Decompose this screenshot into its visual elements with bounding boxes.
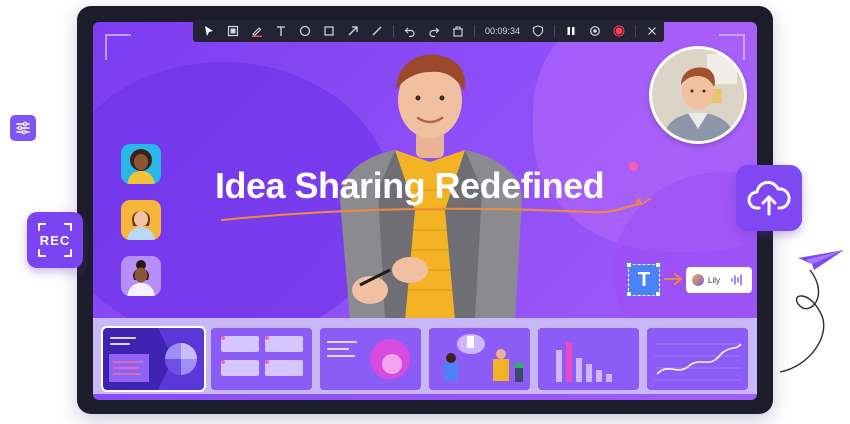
arrow-right-icon <box>664 273 682 285</box>
screen-record-icon[interactable]: REC <box>27 212 83 268</box>
slide-thumbnail-3[interactable] <box>320 328 421 390</box>
redo-icon[interactable] <box>422 20 446 42</box>
close-icon[interactable] <box>640 20 664 42</box>
voice-selector[interactable]: Lily <box>686 267 752 293</box>
slide-thumbnail-strip <box>93 318 757 394</box>
select-cursor-icon[interactable] <box>197 20 221 42</box>
cloud-upload-icon[interactable] <box>736 165 802 231</box>
rectangle-tool-icon[interactable] <box>317 20 341 42</box>
text-tool-icon[interactable] <box>269 20 293 42</box>
recording-timer: 00:09:34 <box>485 26 521 36</box>
corner-bracket-top-left <box>105 34 131 60</box>
text-box-label: T <box>637 268 651 291</box>
webcam-overlay[interactable] <box>649 46 747 144</box>
restart-icon[interactable] <box>583 20 607 42</box>
slide-thumbnail-6[interactable] <box>647 328 748 390</box>
avatar-1[interactable] <box>121 144 161 184</box>
slide-thumbnail-5[interactable] <box>538 328 639 390</box>
pause-icon[interactable] <box>559 20 583 42</box>
settings-sliders-icon[interactable] <box>10 115 36 141</box>
slide-thumbnail-2[interactable] <box>211 328 312 390</box>
slide-thumbnail-1[interactable] <box>101 326 206 392</box>
title-underline-scribble <box>221 198 661 221</box>
pen-icon[interactable] <box>245 20 269 42</box>
pink-dot <box>629 162 638 171</box>
audio-wave-icon <box>731 274 742 286</box>
arrow-tool-icon[interactable] <box>341 20 365 42</box>
undo-icon[interactable] <box>398 20 422 42</box>
crop-icon[interactable] <box>221 20 245 42</box>
record-stop-icon[interactable] <box>607 20 631 42</box>
avatar-2[interactable] <box>121 200 161 240</box>
line-tool-icon[interactable] <box>365 20 389 42</box>
slide-thumbnail-4[interactable] <box>429 328 530 390</box>
paper-plane-icon <box>779 250 844 373</box>
clear-eraser-icon[interactable] <box>446 20 470 42</box>
recording-toolbar: 00:09:34 <box>193 20 664 42</box>
avatar-3[interactable] <box>121 256 161 296</box>
voice-avatar <box>692 274 704 286</box>
circle-tool-icon[interactable] <box>293 20 317 42</box>
shield-icon[interactable] <box>526 20 550 42</box>
voice-name: Lily <box>708 275 721 285</box>
